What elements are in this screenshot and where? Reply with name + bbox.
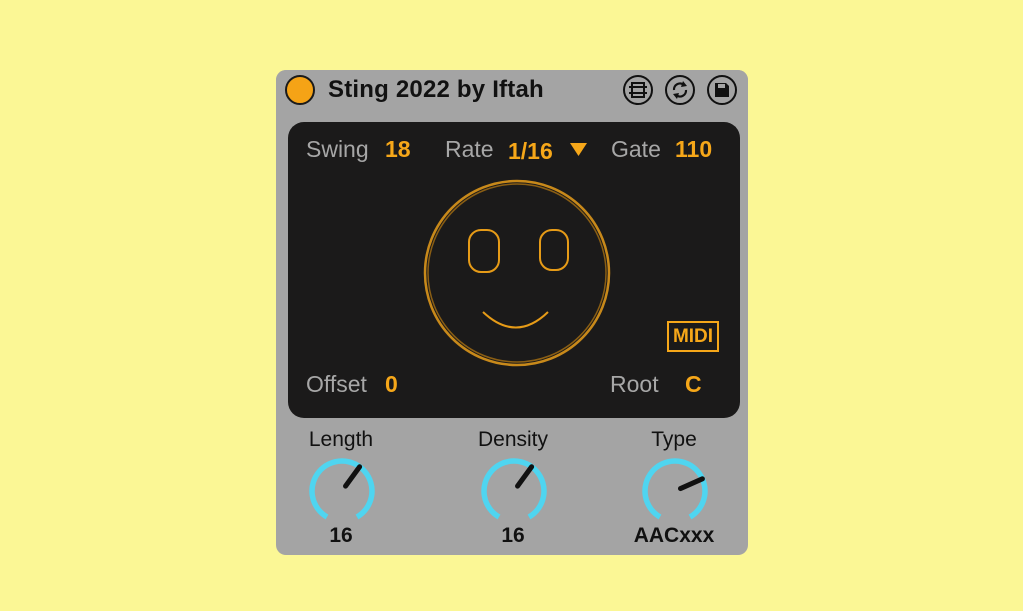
refresh-icon xyxy=(672,81,688,99)
swing-label: Swing xyxy=(306,136,369,162)
type-knob-arc xyxy=(642,458,708,520)
save-icon xyxy=(715,83,729,97)
density-knob-pointer xyxy=(515,464,535,489)
rate-label: Rate xyxy=(445,136,494,162)
swing-value[interactable]: 18 xyxy=(385,135,411,163)
density-value: 16 xyxy=(501,524,525,547)
density-knob[interactable] xyxy=(478,455,550,527)
density-label: Density xyxy=(477,428,549,451)
hot-swap-icon xyxy=(629,82,647,98)
main-panel: Swing 18 Rate 1/16 Gate 110 MIDI Offset … xyxy=(288,122,740,418)
midi-indicator[interactable]: MIDI xyxy=(667,321,719,352)
density-knob-arc xyxy=(481,458,547,520)
length-knob[interactable] xyxy=(306,455,378,527)
rate-value[interactable]: 1/16 xyxy=(508,137,553,165)
length-value: 16 xyxy=(329,524,353,547)
type-value: AACxxx xyxy=(633,524,715,547)
type-knob-pointer xyxy=(677,476,705,492)
root-label: Root xyxy=(610,371,659,397)
type-label: Type xyxy=(651,428,697,451)
smiley-face-icon xyxy=(423,179,611,367)
device-power-toggle[interactable] xyxy=(285,75,315,105)
title-bar: Sting 2022 by Iftah xyxy=(276,70,748,110)
device: Sting 2022 by Iftah Swing 18 Rate 1/16 G… xyxy=(276,70,748,555)
length-knob-pointer xyxy=(343,464,363,489)
save-button[interactable] xyxy=(707,75,737,105)
offset-label: Offset xyxy=(306,371,367,397)
gate-label: Gate xyxy=(611,136,661,162)
refresh-button[interactable] xyxy=(665,75,695,105)
hot-swap-button[interactable] xyxy=(623,75,653,105)
length-label: Length xyxy=(308,428,374,451)
gate-value[interactable]: 110 xyxy=(675,135,712,163)
length-knob-arc xyxy=(309,458,375,520)
rate-dropdown-arrow-icon[interactable] xyxy=(570,143,587,156)
offset-value[interactable]: 0 xyxy=(385,370,398,398)
device-title: Sting 2022 by Iftah xyxy=(328,76,544,103)
root-value[interactable]: C xyxy=(685,370,702,398)
type-knob[interactable] xyxy=(639,455,711,527)
